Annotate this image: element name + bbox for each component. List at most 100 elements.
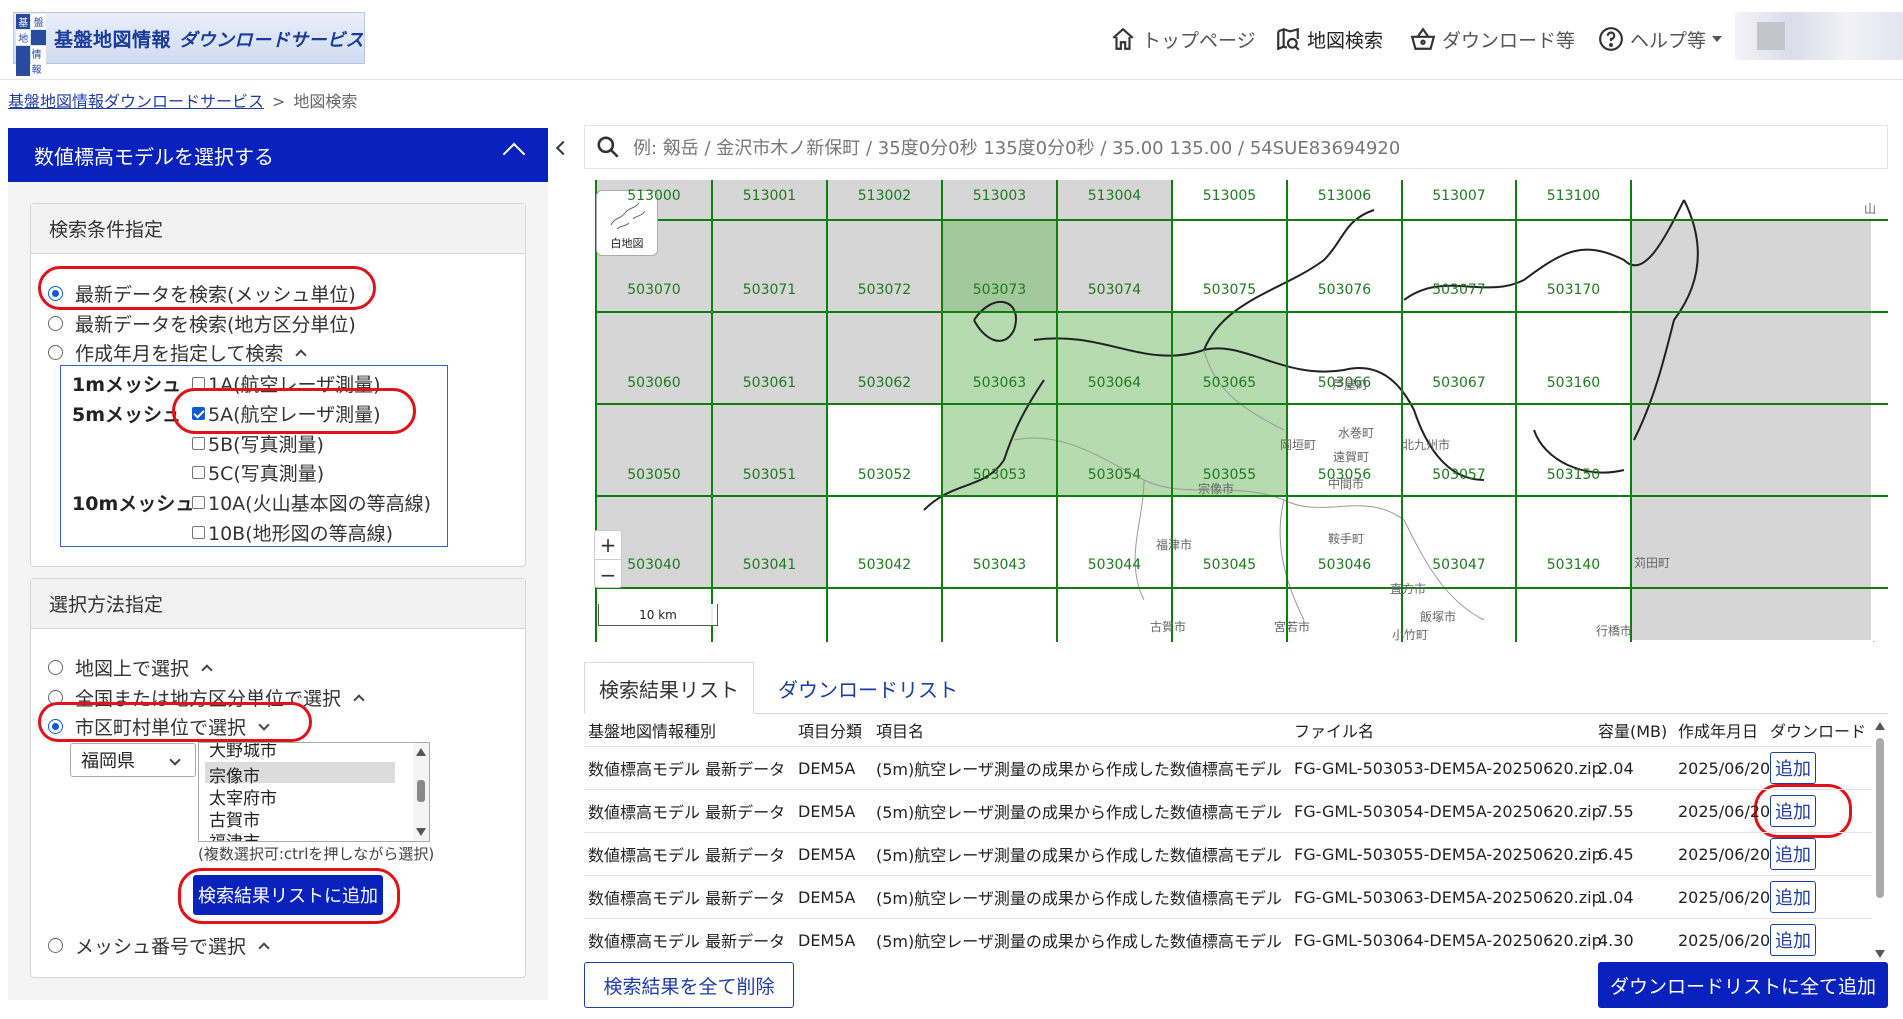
breadcrumb-home-link[interactable]: 基盤地図情報ダウンロードサービス bbox=[8, 92, 264, 111]
radio-button[interactable] bbox=[48, 719, 63, 734]
mesh-code-label[interactable]: 503046 bbox=[1318, 557, 1371, 573]
add-to-download-button[interactable]: 追加 bbox=[1770, 795, 1816, 827]
mesh-code-label[interactable]: 503054 bbox=[1088, 467, 1141, 483]
radio-button[interactable] bbox=[48, 286, 63, 301]
mesh-code-label[interactable]: 513002 bbox=[858, 188, 911, 204]
mesh-cell[interactable] bbox=[827, 220, 942, 312]
mesh-code-label[interactable]: 503050 bbox=[627, 467, 680, 483]
radio-button[interactable] bbox=[48, 316, 63, 331]
mesh-code-label[interactable]: 503065 bbox=[1203, 375, 1256, 391]
checkbox[interactable] bbox=[192, 407, 205, 420]
mesh-map[interactable]: 白地図 + − 10 km 513000 513001 513002 513003 51… bbox=[584, 180, 1888, 642]
add-to-download-button[interactable]: 追加 bbox=[1770, 838, 1816, 870]
municipality-list[interactable]: 大野城市 宗像市 太宰府市 古賀市 福津市 bbox=[198, 742, 430, 842]
checkbox[interactable] bbox=[192, 377, 205, 390]
nav-download[interactable]: ダウンロード等 bbox=[1410, 22, 1575, 56]
chevron-down-icon[interactable] bbox=[258, 718, 270, 731]
chevron-up-icon[interactable] bbox=[502, 142, 526, 166]
radio-button[interactable] bbox=[48, 690, 63, 705]
radio-by-date[interactable]: 作成年月を指定して検索 bbox=[48, 339, 308, 366]
tab-search-results[interactable]: 検索結果リスト bbox=[584, 662, 754, 714]
mesh-code-label[interactable]: 503060 bbox=[627, 375, 680, 391]
list-item[interactable]: 福津市 bbox=[209, 828, 260, 841]
radio-latest-region[interactable]: 最新データを検索(地方区分単位) bbox=[48, 310, 356, 337]
mesh-code-label[interactable]: 503160 bbox=[1547, 375, 1600, 391]
mesh-code-label[interactable]: 503042 bbox=[858, 557, 911, 573]
zoom-out-button[interactable]: − bbox=[595, 560, 621, 589]
mesh-code-label[interactable]: 503077 bbox=[1432, 282, 1485, 298]
user-menu[interactable] bbox=[1735, 12, 1903, 60]
mesh-code-label[interactable]: 503044 bbox=[1088, 557, 1141, 573]
add-all-to-download-button[interactable]: ダウンロードリストに全て追加 bbox=[1598, 962, 1888, 1008]
scroll-down-icon[interactable] bbox=[416, 828, 426, 836]
mesh-code-label[interactable]: 503063 bbox=[973, 375, 1026, 391]
scroll-down-icon[interactable] bbox=[1875, 950, 1885, 958]
mesh-code-label[interactable]: 503074 bbox=[1088, 282, 1141, 298]
mesh-code-label[interactable]: 503043 bbox=[973, 557, 1026, 573]
checkbox[interactable] bbox=[192, 437, 205, 450]
mesh-code-label[interactable]: 503072 bbox=[858, 282, 911, 298]
site-logo[interactable]: 基 盤 地 情報 基盤地図情報 ダウンロードサービス bbox=[13, 12, 365, 76]
mesh-code-label[interactable]: 503070 bbox=[627, 282, 680, 298]
mesh-cell-selected[interactable] bbox=[942, 220, 1057, 312]
mesh-code-label[interactable]: 513004 bbox=[1088, 188, 1141, 204]
collapse-panel-button[interactable] bbox=[548, 128, 574, 168]
radio-latest-mesh[interactable]: 最新データを検索(メッシュ単位) bbox=[48, 280, 356, 307]
mesh-code-label[interactable]: 503045 bbox=[1203, 557, 1256, 573]
mesh-cell[interactable] bbox=[712, 496, 827, 588]
mesh-code-label[interactable]: 503073 bbox=[973, 282, 1026, 298]
radio-button[interactable] bbox=[48, 345, 63, 360]
mesh-code-label[interactable]: 503140 bbox=[1547, 557, 1600, 573]
scroll-up-icon[interactable] bbox=[416, 748, 426, 756]
mesh-code-label[interactable]: 503052 bbox=[858, 467, 911, 483]
mesh-cell[interactable] bbox=[712, 220, 827, 312]
mesh-code-label[interactable]: 503067 bbox=[1432, 375, 1485, 391]
mesh-cell[interactable] bbox=[1631, 220, 1871, 640]
mesh-code-label[interactable]: 513003 bbox=[973, 188, 1026, 204]
mesh-code-label[interactable]: 503041 bbox=[743, 557, 796, 573]
scroll-up-icon[interactable] bbox=[1875, 722, 1885, 730]
chevron-up-icon[interactable] bbox=[258, 941, 270, 954]
list-item[interactable]: 大野城市 bbox=[209, 743, 277, 761]
tab-download-list[interactable]: ダウンロードリスト bbox=[778, 662, 958, 714]
panel-header[interactable]: 数値標高モデルを選択する bbox=[8, 128, 548, 182]
scroll-thumb[interactable] bbox=[1876, 738, 1884, 898]
checkbox[interactable] bbox=[192, 496, 205, 509]
mesh-code-label[interactable]: 503040 bbox=[627, 557, 680, 573]
checkbox-1a[interactable]: 1A(航空レーザ測量) bbox=[192, 370, 381, 397]
add-to-results-button[interactable]: 検索結果リストに追加 bbox=[193, 875, 383, 915]
prefecture-select[interactable]: 福岡県 bbox=[70, 743, 196, 777]
mesh-code-label[interactable]: 503071 bbox=[743, 282, 796, 298]
mesh-code-label[interactable]: 503057 bbox=[1432, 467, 1485, 483]
mesh-code-label[interactable]: 503170 bbox=[1547, 282, 1600, 298]
mesh-code-label[interactable]: 503061 bbox=[743, 375, 796, 391]
checkbox-5b[interactable]: 5B(写真測量) bbox=[192, 430, 324, 457]
radio-select-national[interactable]: 全国または地方区分単位で選択 bbox=[48, 684, 365, 711]
place-search-bar[interactable]: 例: 剱岳 / 金沢市木ノ新保町 / 35度0分0秒 135度0分0秒 / 35… bbox=[584, 125, 1888, 169]
mesh-code-label[interactable]: 503047 bbox=[1432, 557, 1485, 573]
clear-results-button[interactable]: 検索結果を全て削除 bbox=[584, 962, 794, 1008]
chevron-up-icon[interactable] bbox=[201, 663, 213, 676]
zoom-in-button[interactable]: + bbox=[595, 531, 621, 560]
mesh-code-label[interactable]: 503062 bbox=[858, 375, 911, 391]
checkbox[interactable] bbox=[192, 466, 205, 479]
checkbox-5c[interactable]: 5C(写真測量) bbox=[192, 459, 324, 486]
mesh-code-label[interactable]: 503076 bbox=[1318, 282, 1371, 298]
radio-button[interactable] bbox=[48, 660, 63, 675]
mesh-code-label[interactable]: 513007 bbox=[1432, 188, 1485, 204]
radio-button[interactable] bbox=[48, 938, 63, 953]
checkbox[interactable] bbox=[192, 526, 205, 539]
mesh-code-label[interactable]: 513100 bbox=[1547, 188, 1600, 204]
mesh-code-label[interactable]: 503064 bbox=[1088, 375, 1141, 391]
add-to-download-button[interactable]: 追加 bbox=[1770, 881, 1816, 913]
mesh-code-label[interactable]: 503053 bbox=[973, 467, 1026, 483]
chevron-up-icon[interactable] bbox=[295, 348, 308, 361]
mesh-code-label[interactable]: 503150 bbox=[1547, 467, 1600, 483]
checkbox-10a[interactable]: 10A(火山基本図の等高線) bbox=[192, 489, 431, 516]
nav-map-search[interactable]: 地図検索 bbox=[1275, 22, 1383, 56]
mesh-code-label[interactable]: 513006 bbox=[1318, 188, 1371, 204]
table-scrollbar[interactable] bbox=[1872, 714, 1888, 962]
nav-help[interactable]: ヘルプ等 bbox=[1598, 22, 1723, 56]
chevron-up-icon[interactable] bbox=[353, 693, 365, 706]
scroll-thumb[interactable] bbox=[417, 780, 425, 802]
